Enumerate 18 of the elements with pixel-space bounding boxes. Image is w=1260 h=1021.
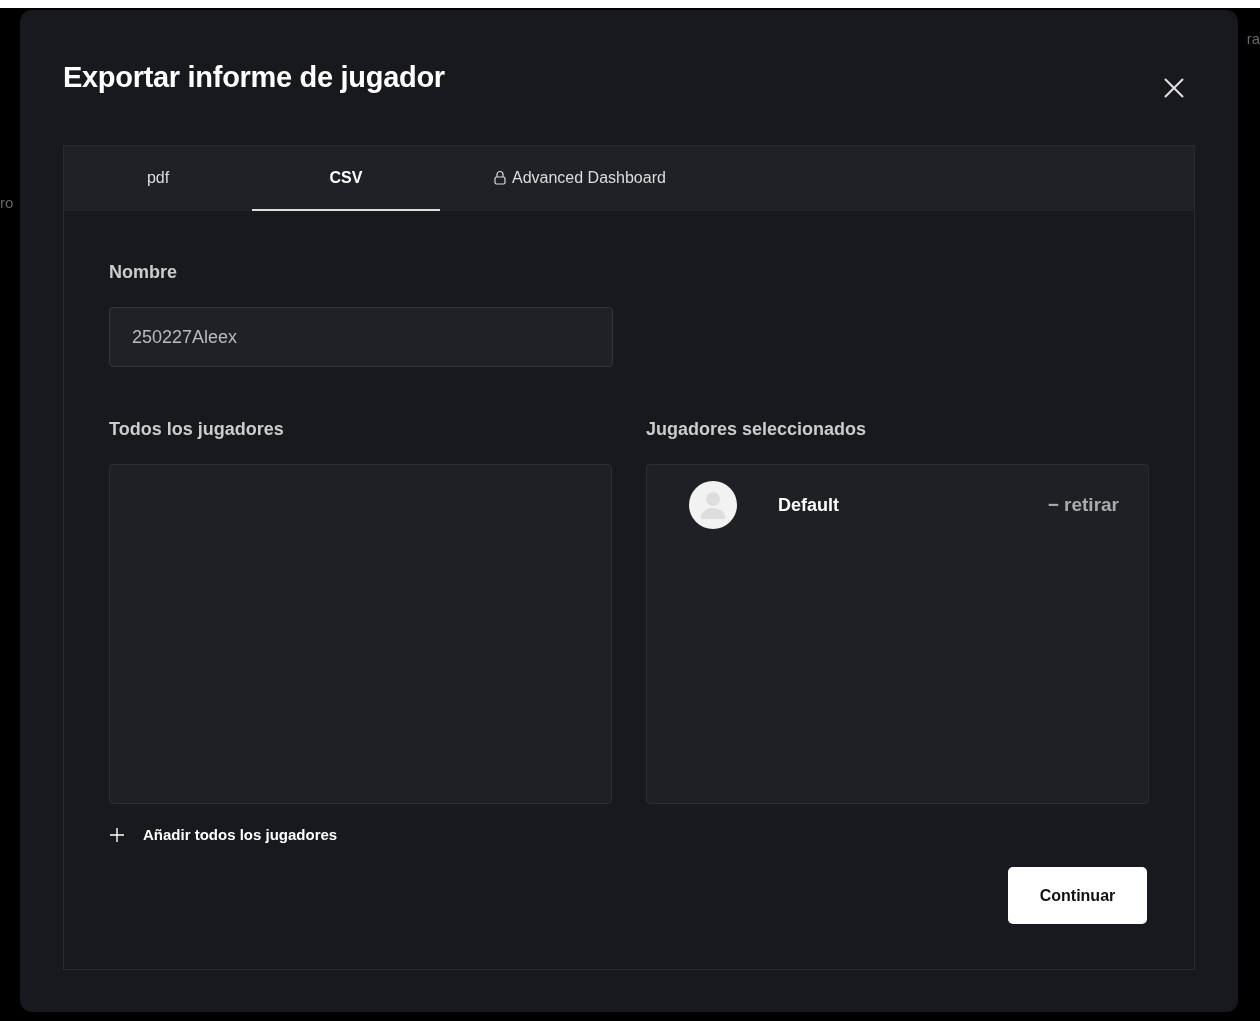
field-label: Nombre (109, 262, 178, 283)
dialog-title: Exportar informe de jugador (63, 61, 445, 94)
name-field[interactable]: 250227Aleex (109, 307, 613, 367)
tab[interactable]: pdf (64, 146, 252, 211)
close-icon[interactable] (1162, 75, 1186, 100)
remove-link[interactable]: − retirar (1047, 494, 1119, 516)
add-all-button[interactable]: Añadir todos los jugadores (109, 826, 338, 843)
tab[interactable]: Advanced Dashboard (440, 146, 676, 211)
tab[interactable]: CSV (252, 146, 440, 211)
column-heading: Jugadores seleccionados (646, 419, 868, 440)
background-text: ra (1246, 30, 1260, 47)
background-text: ro (0, 194, 14, 211)
player-name: Default (778, 494, 840, 516)
column-heading: Todos los jugadores (109, 419, 285, 440)
avatar-icon (689, 481, 737, 529)
plus-icon (109, 826, 125, 843)
lock-icon (494, 170, 506, 185)
continue-button[interactable]: Continuar (1008, 867, 1147, 924)
